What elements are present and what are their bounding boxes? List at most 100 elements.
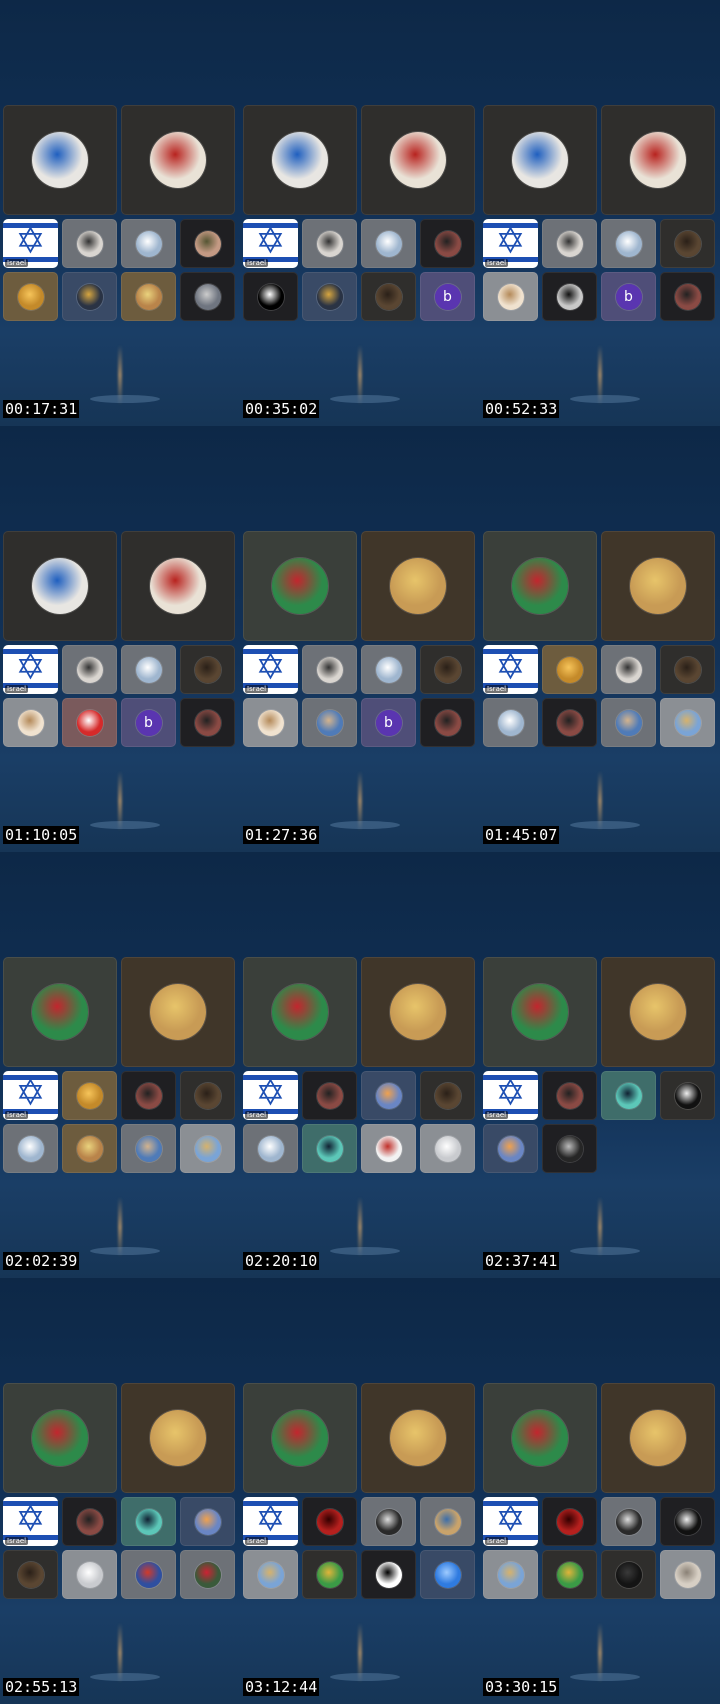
jerusalem-participant-tile[interactable] (601, 1383, 715, 1493)
dark-person-participant-tile[interactable] (420, 645, 475, 694)
b-participant-tile[interactable]: b (601, 272, 656, 321)
music-participant-tile[interactable] (483, 272, 538, 321)
cat-participant-tile[interactable] (601, 1497, 656, 1546)
bw-face-participant-tile[interactable] (542, 272, 597, 321)
lightning-participant-tile[interactable] (243, 1124, 298, 1173)
palestine-flag-person-participant-tile[interactable] (121, 531, 235, 641)
landscape-participant-tile[interactable] (243, 1550, 298, 1599)
israel-flag-participant-tile[interactable]: ✡ Israel (483, 645, 538, 694)
jerusalem-participant-tile[interactable] (601, 957, 715, 1067)
palestine-flag-participant-tile[interactable] (3, 1383, 117, 1493)
horned-mask-participant-tile[interactable] (660, 1497, 715, 1546)
israel-flag-participant-tile[interactable]: ✡ Israel (483, 1071, 538, 1120)
israel-flag-participant-tile[interactable]: ✡ Israel (3, 1071, 58, 1120)
b-participant-tile[interactable]: b (361, 698, 416, 747)
woman-participant-tile[interactable] (121, 1071, 176, 1120)
face-participant-tile[interactable] (62, 645, 117, 694)
masked-participant-tile[interactable] (660, 1071, 715, 1120)
black-figure-participant-tile[interactable] (601, 1550, 656, 1599)
dark-person-participant-tile[interactable] (660, 219, 715, 268)
landscape-participant-tile[interactable] (483, 1550, 538, 1599)
olam-participant-tile[interactable] (243, 272, 298, 321)
jerusalem-participant-tile[interactable] (601, 531, 715, 641)
flags-collage-participant-tile[interactable] (121, 1550, 176, 1599)
teal-logo-participant-tile[interactable] (601, 1071, 656, 1120)
old-man-participant-tile[interactable] (660, 1550, 715, 1599)
teal-logo-participant-tile[interactable] (302, 1124, 357, 1173)
palestine-flag-participant-tile[interactable] (483, 531, 597, 641)
palestine-flag-participant-tile[interactable] (243, 531, 357, 641)
stamp-participant-tile[interactable] (361, 1124, 416, 1173)
dark-person-participant-tile[interactable] (361, 272, 416, 321)
green-woman-participant-tile[interactable] (302, 1550, 357, 1599)
dark-person-participant-tile[interactable] (420, 1071, 475, 1120)
blue-grid-participant-tile[interactable] (420, 1550, 475, 1599)
face-participant-tile[interactable] (62, 219, 117, 268)
woman-participant-tile[interactable] (660, 272, 715, 321)
lightning-participant-tile[interactable] (601, 219, 656, 268)
cartoon-participant-tile[interactable] (420, 1497, 475, 1546)
ambulance-participant-tile[interactable] (243, 105, 357, 215)
palestine-flag-person-participant-tile[interactable] (121, 105, 235, 215)
woman-participant-tile[interactable] (62, 1497, 117, 1546)
palestine-flag-participant-tile[interactable] (483, 1383, 597, 1493)
palestine-flag-participant-tile[interactable] (243, 957, 357, 1067)
ambulance-participant-tile[interactable] (483, 105, 597, 215)
woman-participant-tile[interactable] (420, 219, 475, 268)
israel-flag-participant-tile[interactable]: ✡ Israel (3, 1497, 58, 1546)
ambulance-participant-tile[interactable] (3, 105, 117, 215)
jerusalem-participant-tile[interactable] (121, 1383, 235, 1493)
lightning-participant-tile[interactable] (121, 645, 176, 694)
jerusalem-participant-tile[interactable] (361, 1383, 475, 1493)
cat-participant-tile[interactable] (361, 1497, 416, 1546)
red-emblem-participant-tile[interactable] (542, 1497, 597, 1546)
b-participant-tile[interactable]: b (420, 272, 475, 321)
landscape-participant-tile[interactable] (660, 698, 715, 747)
music-participant-tile[interactable] (243, 698, 298, 747)
dark-person-participant-tile[interactable] (180, 1071, 235, 1120)
face-participant-tile[interactable] (302, 645, 357, 694)
just-do-it-participant-tile[interactable] (361, 1550, 416, 1599)
woman-participant-tile[interactable] (542, 698, 597, 747)
palestine-flag-participant-tile[interactable] (3, 957, 117, 1067)
jerusalem-participant-tile[interactable] (361, 531, 475, 641)
israel-flag-participant-tile[interactable]: ✡ Israel (483, 1497, 538, 1546)
man-blue-participant-tile[interactable] (601, 698, 656, 747)
palestine-flag-participant-tile[interactable] (243, 1383, 357, 1493)
default-user-participant-tile[interactable] (420, 1124, 475, 1173)
fire-participant-tile[interactable] (62, 1071, 117, 1120)
lightning-participant-tile[interactable] (361, 645, 416, 694)
face-participant-tile[interactable] (302, 219, 357, 268)
dark-person-participant-tile[interactable] (3, 1550, 58, 1599)
palestine-flag-person-participant-tile[interactable] (601, 105, 715, 215)
dark-person-participant-tile[interactable] (180, 645, 235, 694)
woman-participant-tile[interactable] (542, 1071, 597, 1120)
lightning-participant-tile[interactable] (3, 1124, 58, 1173)
lightning-participant-tile[interactable] (483, 698, 538, 747)
person-participant-tile[interactable] (180, 272, 235, 321)
israel-flag-participant-tile[interactable]: ✡ Israel (243, 1497, 298, 1546)
israel-flag-participant-tile[interactable]: ✡ Israel (243, 219, 298, 268)
jerusalem-participant-tile[interactable] (361, 957, 475, 1067)
israel-flag-participant-tile[interactable]: ✡ Israel (483, 219, 538, 268)
palestine-flag-participant-tile[interactable] (483, 957, 597, 1067)
lightning-participant-tile[interactable] (121, 219, 176, 268)
bw-man-participant-tile[interactable] (542, 1124, 597, 1173)
woman-participant-tile[interactable] (420, 698, 475, 747)
medallion-participant-tile[interactable] (121, 272, 176, 321)
lightning-participant-tile[interactable] (361, 219, 416, 268)
israel-flag-participant-tile[interactable]: ✡ Israel (243, 645, 298, 694)
fire-participant-tile[interactable] (542, 645, 597, 694)
israel-flag-participant-tile[interactable]: ✡ Israel (3, 645, 58, 694)
woman-participant-tile[interactable] (180, 698, 235, 747)
dark-person-participant-tile[interactable] (660, 645, 715, 694)
fire-participant-tile[interactable] (3, 272, 58, 321)
green-woman-participant-tile[interactable] (542, 1550, 597, 1599)
b-participant-tile[interactable]: b (121, 698, 176, 747)
man-blue-participant-tile[interactable] (121, 1124, 176, 1173)
face-participant-tile[interactable] (542, 219, 597, 268)
medallion-participant-tile[interactable] (62, 1124, 117, 1173)
star-participant-tile[interactable] (302, 272, 357, 321)
teal-logo-participant-tile[interactable] (121, 1497, 176, 1546)
music-participant-tile[interactable] (3, 698, 58, 747)
